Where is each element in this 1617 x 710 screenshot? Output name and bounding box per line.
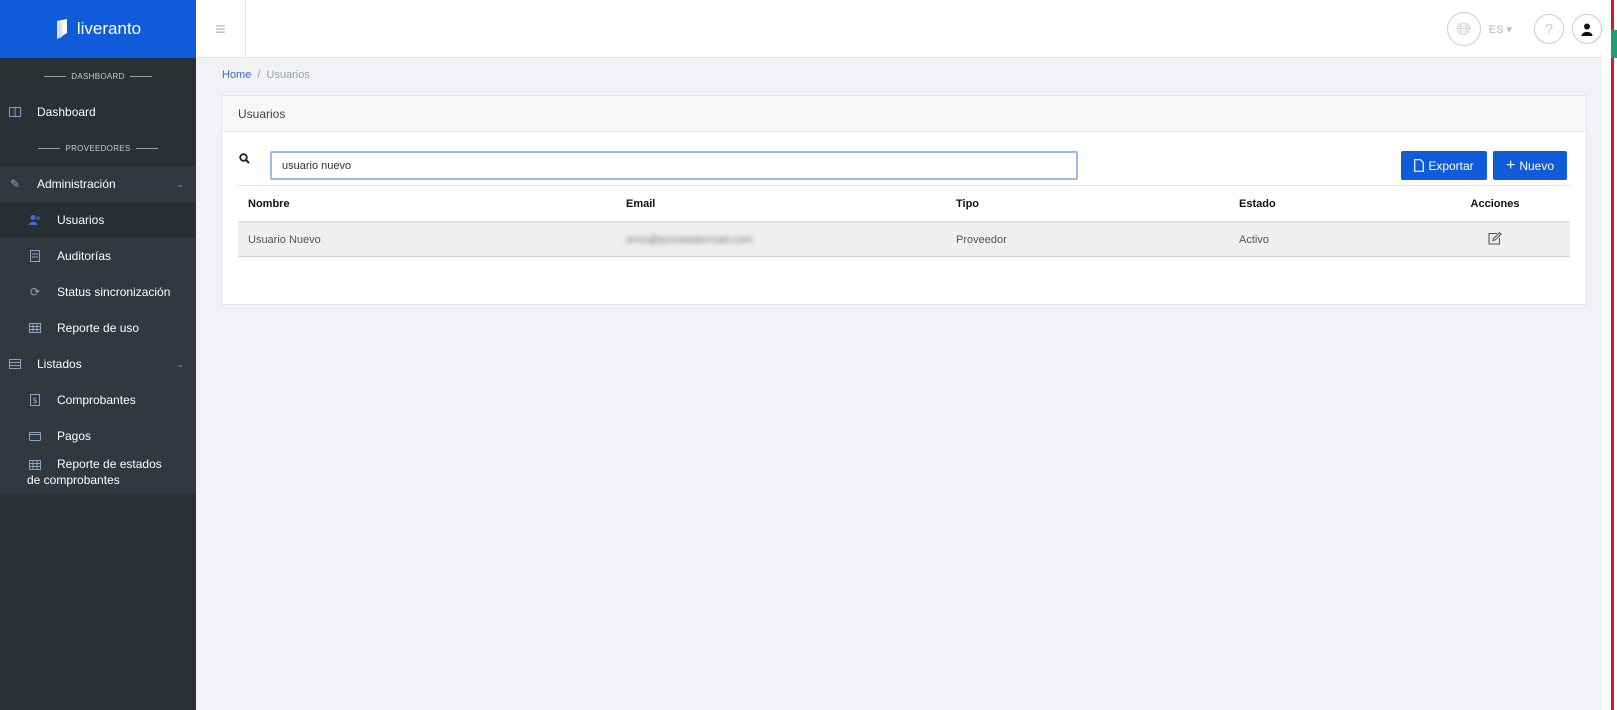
sidebar-item-label: Comprobantes — [57, 393, 136, 407]
section-proveedores: PROVEEDORES — [0, 130, 196, 166]
users-icon — [28, 213, 42, 227]
window-edge — [1602, 0, 1617, 710]
edit-icon[interactable] — [1450, 231, 1540, 248]
sidebar-item-reporte-de-uso[interactable]: Reporte de uso — [0, 310, 196, 346]
col-tipo[interactable]: Tipo — [956, 198, 979, 210]
sidebar-item-label: Dashboard — [37, 105, 96, 119]
col-email[interactable]: Email — [626, 198, 655, 210]
sidebar-item-label: Usuarios — [57, 213, 105, 227]
breadcrumb-home[interactable]: Home — [222, 69, 251, 81]
breadcrumb-current: Usuarios — [266, 69, 310, 81]
table-header: Nombre Email Tipo Estado Acciones — [238, 185, 1570, 221]
table-row[interactable]: Usuario Nuevo ernu@proveedormail.com Pro… — [238, 221, 1570, 257]
sidebar-item-dashboard[interactable]: Dashboard — [0, 94, 196, 130]
wallet-icon — [28, 429, 42, 443]
cell-email: ernu@proveedormail.com — [626, 233, 753, 246]
sync-icon: ⟳ — [29, 285, 41, 299]
language-selector[interactable]: ES ▾ — [1489, 23, 1512, 36]
col-estado[interactable]: Estado — [1239, 198, 1276, 210]
menu-toggle-icon[interactable]: ≡ — [196, 0, 246, 58]
new-user-button[interactable]: + Nuevo — [1493, 151, 1567, 180]
sidebar-item-comprobantes[interactable]: $ Comprobantes — [0, 382, 196, 418]
sidebar-item-label: Reporte de uso — [57, 321, 140, 335]
users-table: Nombre Email Tipo Estado Acciones Usuari… — [238, 185, 1570, 257]
usuarios-card: Usuarios Exportar + Nuevo Nombre Email T… — [221, 95, 1587, 305]
liveranto-logo-icon — [56, 19, 67, 39]
sidebar-item-pagos[interactable]: Pagos — [0, 418, 196, 454]
columns-icon — [8, 105, 22, 119]
table-icon — [28, 458, 42, 472]
search-input[interactable] — [270, 151, 1078, 180]
chevron-down-icon: ⌄ — [176, 178, 184, 189]
brand-name: liveranto — [76, 19, 142, 38]
globe-icon[interactable]: 🌐︎ — [1446, 12, 1481, 46]
user-avatar-icon[interactable] — [1572, 14, 1602, 44]
breadcrumb: Home / Usuarios — [222, 69, 310, 81]
svg-text:$: $ — [32, 396, 37, 405]
sidebar-item-label: Administración — [37, 177, 116, 191]
sidebar-nav: DASHBOARD Dashboard PROVEEDORES ✎ Admini… — [0, 58, 196, 494]
topbar: ≡ 🌐︎ ES ▾ ? — [196, 0, 1602, 58]
chevron-down-icon: ⌄ — [176, 358, 184, 369]
file-icon — [1414, 159, 1425, 172]
search-icon — [239, 153, 250, 167]
plus-icon: + — [1505, 156, 1516, 174]
col-nombre[interactable]: Nombre — [248, 198, 290, 210]
sidebar-item-reporte-estados[interactable]: Reporte de estados de comprobantes — [0, 454, 196, 494]
admin-group: ✎ Administración ⌄ Usuarios Auditorías ⟳… — [0, 166, 196, 494]
sidebar-item-label: Pagos — [57, 429, 92, 443]
help-icon[interactable]: ? — [1534, 14, 1564, 44]
sidebar-item-administracion[interactable]: ✎ Administración ⌄ — [0, 166, 196, 202]
list-icon — [8, 357, 22, 371]
sidebar-item-label: Auditorías — [57, 249, 112, 263]
cell-nombre: Usuario Nuevo — [248, 233, 321, 246]
brand-logo[interactable]: liveranto — [0, 0, 196, 58]
sidebar-item-usuarios[interactable]: Usuarios — [0, 202, 196, 238]
topbar-actions: 🌐︎ ES ▾ ? — [1446, 12, 1602, 46]
sidebar-item-status-sincronizacion[interactable]: ⟳ Status sincronización — [0, 274, 196, 310]
wrench-icon: ✎ — [9, 177, 21, 191]
sidebar-item-label: Listados — [37, 357, 82, 371]
cell-tipo: Proveedor — [956, 233, 1007, 246]
col-acciones: Acciones — [1470, 197, 1520, 210]
receipt-icon: $ — [28, 393, 42, 407]
card-title: Usuarios — [222, 96, 1586, 132]
sidebar: liveranto DASHBOARD Dashboard PROVEEDORE… — [0, 0, 196, 710]
table-icon — [28, 321, 42, 335]
section-dashboard: DASHBOARD — [0, 58, 196, 94]
sidebar-item-label-line2: de comprobantes — [27, 473, 120, 487]
document-icon — [28, 249, 42, 263]
sidebar-item-listados[interactable]: Listados ⌄ — [0, 346, 196, 382]
export-button[interactable]: Exportar — [1401, 151, 1487, 180]
cell-estado: Activo — [1239, 233, 1269, 246]
sidebar-item-label: Reporte de estados — [57, 457, 162, 471]
sidebar-item-auditorias[interactable]: Auditorías — [0, 238, 196, 274]
sidebar-item-label: Status sincronización — [57, 285, 171, 299]
